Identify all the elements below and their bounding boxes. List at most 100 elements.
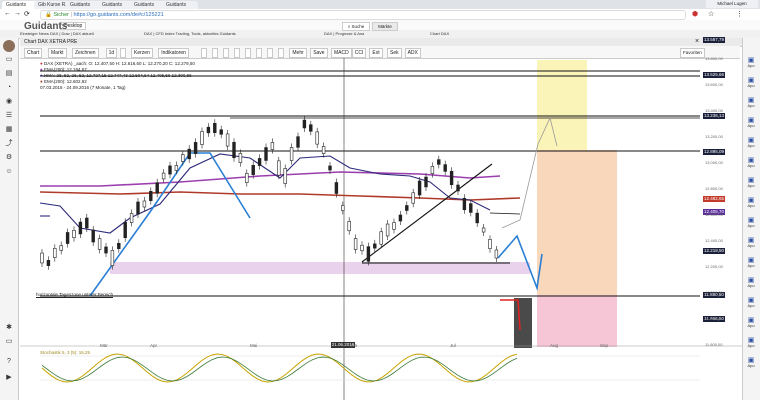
- browser-tab[interactable]: Guidants: [98, 1, 134, 9]
- extension-icon[interactable]: ⬢: [692, 10, 698, 18]
- avatar[interactable]: [3, 40, 15, 52]
- candle-body: [206, 126, 211, 134]
- dock-item-label: Apo: [747, 63, 755, 68]
- dock-item[interactable]: ▣ Apo: [744, 257, 758, 272]
- browser-tab[interactable]: Gib Kurse R...: [34, 1, 70, 9]
- candle-body: [373, 243, 377, 249]
- app-tab[interactable]: Einsteiger News DAX | Dow | DAX aktuell: [20, 31, 140, 37]
- dock-item-label: Apo: [747, 123, 755, 128]
- toolbar-button[interactable]: CCI: [351, 48, 367, 58]
- url-field[interactable]: 🔒 Sicher | https://go.guidants.com/de#c/…: [40, 10, 686, 20]
- dock-item[interactable]: ▣ Apo: [744, 217, 758, 232]
- toolbar-button[interactable]: [278, 48, 285, 58]
- app-tab[interactable]: DAX | CFD Index Trading, Tools, aktuelle…: [144, 31, 284, 37]
- toolbar-button[interactable]: [212, 48, 219, 58]
- candle-body: [411, 192, 415, 204]
- dock-item[interactable]: ▣ Apo: [744, 297, 758, 312]
- candle-body: [117, 242, 121, 250]
- close-icon[interactable]: ×: [695, 38, 699, 45]
- search-button[interactable]: ⌕ Suche: [342, 22, 370, 31]
- browser-tab[interactable]: Guidants: [130, 1, 166, 9]
- candle-body: [97, 238, 102, 250]
- chart-tab-title[interactable]: Chart DAX XETRA PRE: [24, 39, 77, 45]
- candle-body: [53, 248, 57, 258]
- candle-body: [424, 176, 428, 188]
- eye-icon[interactable]: ◉: [4, 98, 14, 106]
- browser-tab[interactable]: Guidants: [66, 1, 102, 9]
- dock-item[interactable]: ▣ Apo: [744, 157, 758, 172]
- toolbar-button[interactable]: [234, 48, 241, 58]
- dock-item[interactable]: ▣ Apo: [744, 317, 758, 332]
- candle-body: [385, 223, 390, 237]
- y-tick-label: 13.200,00: [705, 134, 723, 139]
- toolbar-button[interactable]: MACD: [331, 48, 352, 58]
- candle-body: [129, 213, 134, 223]
- toolbar-button[interactable]: [120, 48, 126, 58]
- grid-icon[interactable]: ▦: [4, 126, 14, 134]
- user-icon[interactable]: ☺: [4, 168, 14, 176]
- candle-body: [155, 182, 159, 194]
- app-tab[interactable]: Chart DAX XETRA: [430, 31, 450, 37]
- trend-icon[interactable]: ⤴: [4, 140, 14, 148]
- dock-item[interactable]: ▣ Apo: [744, 77, 758, 92]
- forward-icon[interactable]: →: [14, 10, 21, 17]
- monitor-icon[interactable]: ▭: [4, 56, 14, 64]
- toolbar-button[interactable]: Markt: [48, 48, 67, 58]
- reload-icon[interactable]: ⟳: [24, 10, 30, 18]
- list-icon[interactable]: ☰: [4, 112, 14, 120]
- gear-icon[interactable]: ⚙: [4, 154, 14, 162]
- toolbar-button[interactable]: Chart: [24, 48, 43, 58]
- chart-icon[interactable]: ▤: [4, 70, 14, 78]
- volume-bar: [514, 298, 532, 348]
- browser-tab[interactable]: Guidants: [162, 1, 198, 9]
- toolbar-button[interactable]: Save: [310, 48, 328, 58]
- toolbar-button[interactable]: [245, 48, 252, 58]
- settings-icon[interactable]: ✱: [4, 324, 14, 332]
- toolbar-button[interactable]: Ext: [369, 48, 383, 58]
- bell-icon[interactable]: ◔: [4, 84, 14, 92]
- star-icon[interactable]: ☆: [708, 10, 714, 18]
- dock-item[interactable]: ▣ Apo: [744, 97, 758, 112]
- dock-item[interactable]: ▣ Apo: [744, 337, 758, 352]
- browser-tab[interactable]: Guidants: [2, 1, 38, 9]
- toolbar-button[interactable]: [201, 48, 208, 58]
- play-icon[interactable]: ▶: [4, 374, 14, 382]
- dock-item[interactable]: ▣ Apo: [744, 137, 758, 152]
- toolbar-button[interactable]: ADX: [404, 48, 421, 58]
- search-icon: ⌕: [347, 24, 351, 29]
- toolbar-button[interactable]: Indikatoren: [158, 48, 189, 58]
- back-icon[interactable]: ←: [4, 10, 11, 17]
- chart-area[interactable]: [20, 58, 742, 400]
- folder-icon[interactable]: ▭: [4, 338, 14, 346]
- toolbar-button[interactable]: Mehr: [289, 48, 307, 58]
- candle-body: [168, 165, 172, 175]
- dock-item[interactable]: ▣ Apo: [744, 117, 758, 132]
- markets-button[interactable]: Märkte: [372, 22, 398, 31]
- profile-button[interactable]: Michael Lugen: [706, 0, 758, 8]
- question-icon[interactable]: ?: [4, 358, 14, 366]
- legend-ohlc: ● DAX (XETRA) _aach: O: 12.407,50 H: 12.…: [40, 61, 195, 66]
- ema-purple-line: [40, 171, 501, 187]
- dock-item[interactable]: ▣ Apo: [744, 277, 758, 292]
- app-tab[interactable]: DAX | Prognose & Analyse: [324, 31, 364, 37]
- toolbar-button[interactable]: Kerzen: [131, 48, 153, 58]
- toolbar-button[interactable]: Sek: [387, 48, 402, 58]
- dock-item[interactable]: ▣ Apo: [744, 237, 758, 252]
- target-zone-pink: [537, 295, 617, 347]
- dock-item[interactable]: ▣ Apo: [744, 177, 758, 192]
- toolbar-button[interactable]: [223, 48, 230, 58]
- dock-item-label: Apo: [747, 203, 755, 208]
- candle-body: [245, 173, 249, 183]
- toolbar-button[interactable]: [256, 48, 263, 58]
- price-chart[interactable]: [20, 58, 742, 400]
- dock-item-label: Apo: [747, 143, 755, 148]
- dock-item[interactable]: ▣ Apo: [744, 197, 758, 212]
- dock-item[interactable]: ▣ Apo: [744, 357, 758, 372]
- toolbar-button[interactable]: [267, 48, 274, 58]
- menu-icon[interactable]: ⋮: [736, 10, 743, 18]
- favorites-button[interactable]: Favoriten: [680, 48, 705, 58]
- candle-body: [437, 159, 441, 165]
- toolbar-button[interactable]: Zeichnen: [72, 48, 99, 58]
- toolbar-button[interactable]: 1d: [105, 48, 118, 58]
- dock-item[interactable]: ▣ Apo: [744, 57, 758, 72]
